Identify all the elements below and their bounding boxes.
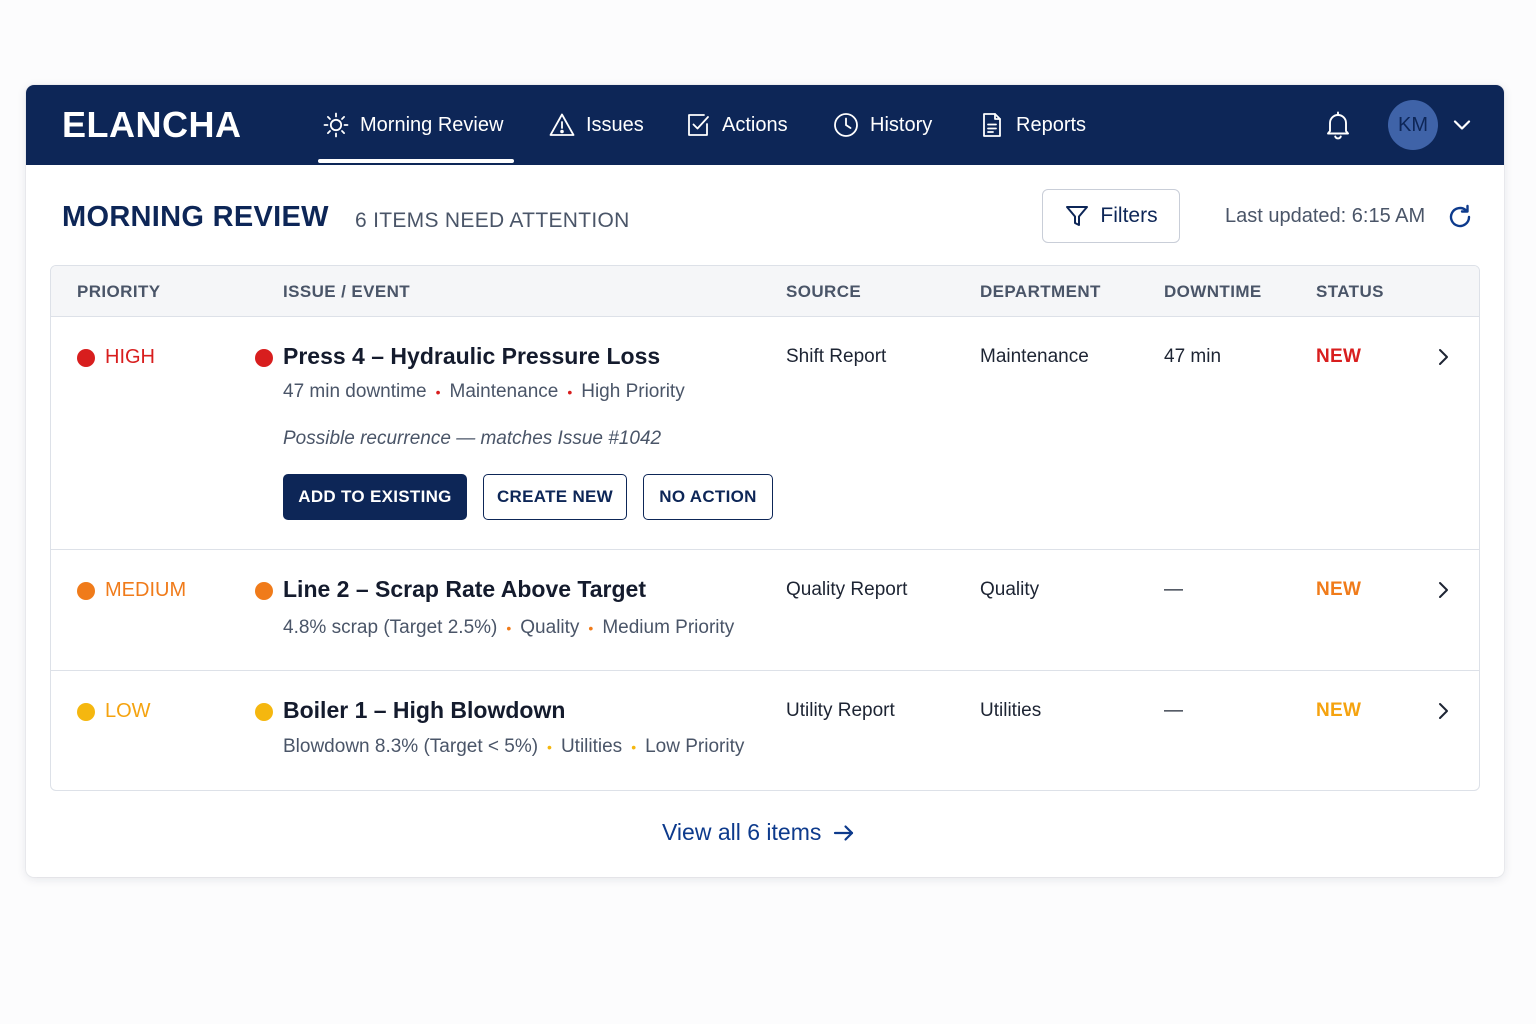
table-header: PRIORITY ISSUE / EVENT SOURCE DEPARTMENT… (51, 266, 1479, 317)
issue-meta: Blowdown 8.3% (Target < 5%) • Utilities … (283, 736, 744, 758)
priority-label: LOW (105, 700, 151, 722)
downtime-cell: 47 min (1164, 346, 1222, 367)
department-cell: Quality (980, 579, 1040, 600)
priority-dot (77, 702, 95, 721)
warning-triangle-icon (549, 113, 575, 136)
issue-title[interactable]: Boiler 1 – High Blowdown (283, 697, 565, 724)
nav-item-label: Actions (722, 113, 788, 136)
user-avatar[interactable]: KM (1388, 100, 1438, 150)
top-nav-bar: ELANCHA Morning Review Issues Actions Hi… (26, 85, 1504, 165)
column-header-status[interactable]: STATUS (1316, 282, 1384, 302)
nav-item-actions[interactable]: Actions (684, 85, 788, 165)
meta-measure: 4.8% scrap (Target 2.5%) (283, 617, 498, 638)
meta-separator: • (588, 620, 594, 636)
meta-department: Maintenance (449, 381, 559, 402)
view-all-link[interactable]: View all 6 items (662, 819, 857, 846)
meta-measure: Blowdown 8.3% (Target < 5%) (283, 736, 539, 757)
chevron-right-icon[interactable] (1431, 699, 1455, 723)
downtime-cell: — (1164, 700, 1183, 721)
meta-separator: • (435, 384, 441, 400)
issue-title[interactable]: Line 2 – Scrap Rate Above Target (283, 576, 646, 603)
meta-department: Quality (520, 617, 580, 638)
column-header-department[interactable]: DEPARTMENT (980, 282, 1101, 302)
nav-item-history[interactable]: History (832, 85, 932, 165)
app-logo[interactable]: ELANCHA (62, 103, 242, 147)
meta-priority: Medium Priority (602, 617, 735, 638)
source-cell: Shift Report (786, 346, 887, 367)
nav-item-issues[interactable]: Issues (548, 85, 644, 165)
issue-priority-dot (255, 349, 273, 367)
issue-priority-dot (255, 582, 273, 600)
status-badge: NEW (1316, 346, 1362, 367)
chevron-down-icon[interactable] (1450, 113, 1474, 137)
issues-table: PRIORITY ISSUE / EVENT SOURCE DEPARTMENT… (50, 265, 1480, 791)
nav-item-label: Issues (586, 113, 644, 136)
priority-badge-low: LOW (77, 700, 151, 723)
department-cell: Maintenance (980, 346, 1089, 367)
status-badge: NEW (1316, 579, 1362, 600)
source-cell: Quality Report (786, 579, 908, 600)
department-cell: Utilities (980, 700, 1042, 721)
active-tab-indicator (318, 159, 514, 163)
status-badge: NEW (1316, 700, 1362, 721)
column-header-downtime[interactable]: DOWNTIME (1164, 282, 1262, 302)
priority-label: MEDIUM (105, 579, 187, 601)
priority-badge-high: HIGH (77, 346, 155, 369)
no-action-button[interactable]: NO ACTION (643, 474, 773, 520)
arrow-right-icon (834, 824, 854, 841)
create-new-button[interactable]: CREATE NEW (483, 474, 627, 520)
priority-dot (77, 581, 95, 600)
source-cell: Utility Report (786, 700, 895, 721)
column-header-source[interactable]: SOURCE (786, 282, 861, 302)
table-row[interactable]: LOW Boiler 1 – High Blowdown Blowdown 8.… (51, 671, 1479, 790)
last-updated-text: Last updated: 6:15 AM (1225, 205, 1426, 227)
chevron-right-icon[interactable] (1431, 578, 1455, 602)
column-header-priority[interactable]: PRIORITY (77, 282, 161, 302)
meta-separator: • (547, 739, 552, 755)
chevron-right-icon[interactable] (1431, 345, 1455, 369)
downtime-cell: — (1164, 579, 1183, 600)
avatar-initials: KM (1398, 113, 1428, 136)
recurrence-note: Possible recurrence — matches Issue #104… (283, 428, 662, 449)
nav-item-morning-review[interactable]: Morning Review (322, 85, 503, 165)
nav-item-label: Morning Review (360, 113, 504, 136)
meta-department: Utilities (560, 736, 623, 757)
attention-count: 6 ITEMS NEED ATTENTION (355, 209, 630, 232)
nav-item-reports[interactable]: Reports (978, 85, 1086, 165)
column-header-issue[interactable]: ISSUE / EVENT (283, 282, 410, 302)
view-all-label: View all 6 items (662, 819, 822, 845)
meta-priority: Low Priority (645, 736, 745, 757)
nav-item-label: Reports (1016, 113, 1087, 136)
meta-separator: • (631, 739, 637, 755)
page-title: MORNING REVIEW (62, 201, 329, 233)
meta-downtime: 47 min downtime (283, 381, 427, 402)
meta-separator: • (506, 620, 512, 636)
issue-meta: 4.8% scrap (Target 2.5%) • Quality • Med… (283, 617, 734, 639)
sun-icon (323, 112, 349, 138)
filters-button[interactable]: Filters (1042, 189, 1180, 243)
priority-badge-medium: MEDIUM (77, 579, 186, 602)
issue-priority-dot (255, 703, 273, 721)
clock-icon (834, 113, 858, 137)
checkbox-icon (688, 114, 709, 136)
app-window: ELANCHA Morning Review Issues Actions Hi… (26, 85, 1504, 877)
priority-dot (77, 348, 95, 367)
issue-title[interactable]: Press 4 – Hydraulic Pressure Loss (283, 343, 660, 370)
table-row[interactable]: MEDIUM Line 2 – Scrap Rate Above Target … (51, 550, 1479, 671)
notification-bell-icon[interactable] (1322, 109, 1354, 141)
priority-label: HIGH (105, 346, 155, 368)
add-to-existing-button[interactable]: ADD TO EXISTING (283, 474, 467, 520)
issue-meta: 47 min downtime • Maintenance • High Pri… (283, 381, 685, 403)
table-row[interactable]: HIGH Press 4 – Hydraulic Pressure Loss 4… (51, 317, 1479, 550)
document-icon (983, 113, 1001, 137)
filter-funnel-icon (1066, 206, 1089, 226)
filters-label: Filters (1100, 204, 1158, 227)
nav-item-label: History (870, 113, 933, 136)
meta-separator: • (567, 384, 573, 400)
refresh-icon[interactable] (1446, 203, 1474, 231)
meta-priority: High Priority (581, 381, 685, 402)
